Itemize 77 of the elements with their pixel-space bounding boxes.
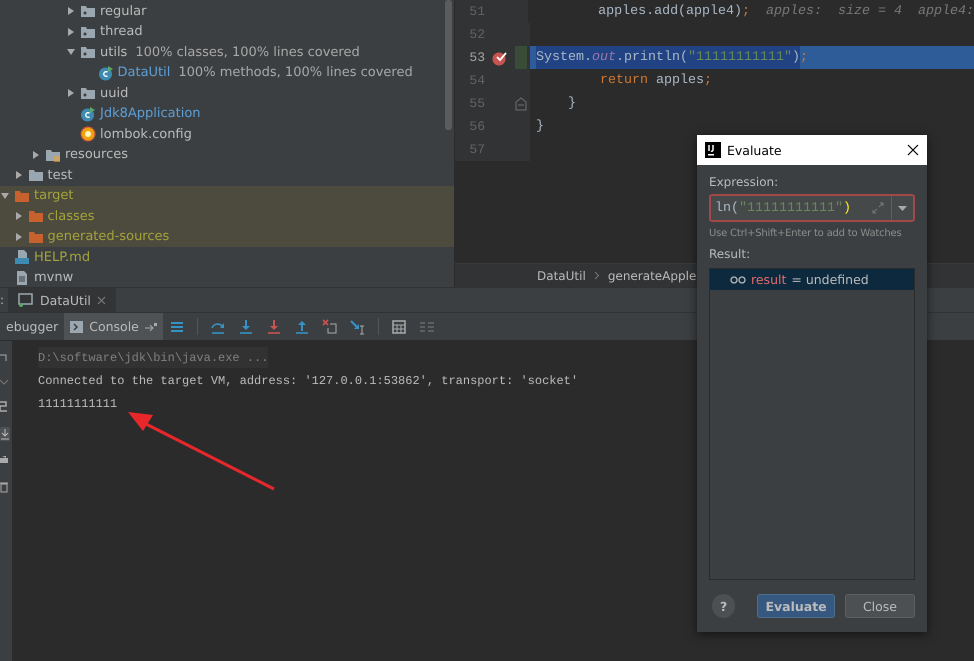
tree-item[interactable]: target xyxy=(0,186,454,206)
tree-item[interactable]: uuid xyxy=(0,83,454,104)
collapsed-arrow-icon[interactable] xyxy=(32,150,40,159)
chevron-icon[interactable] xyxy=(0,377,8,387)
run-tab[interactable]: DataUtil xyxy=(8,288,116,312)
tree-item[interactable]: thread xyxy=(0,22,454,42)
package-folder-icon xyxy=(80,85,96,102)
pin-icon[interactable] xyxy=(144,322,157,332)
expression-field[interactable]: ln("11111111111") xyxy=(709,194,915,222)
hint-text: Use Ctrl+Shift+Enter to add to Watches xyxy=(709,228,902,239)
dialog-button[interactable]: Evaluate xyxy=(757,594,835,618)
coverage-note: 100% methods, 100% lines covered xyxy=(178,65,413,80)
expanded-arrow-icon[interactable] xyxy=(67,48,75,56)
chevron-icon xyxy=(594,271,600,280)
app-logo-icon xyxy=(705,142,721,158)
collapsed-arrow-icon[interactable] xyxy=(67,7,75,16)
trash-icon[interactable] xyxy=(0,481,8,493)
breadcrumb[interactable]: generateApple xyxy=(608,268,696,282)
collapsed-arrow-icon[interactable] xyxy=(14,232,22,241)
collapsed-arrow-icon[interactable] xyxy=(67,89,75,98)
field-label: Expression: xyxy=(709,175,780,189)
glasses-icon xyxy=(730,276,746,284)
tree-item[interactable]: resources xyxy=(0,144,454,165)
line-number: 53 xyxy=(468,50,485,65)
panel-tab[interactable]: ebugger xyxy=(0,313,64,340)
console-icon xyxy=(70,320,84,332)
force-step-into-icon[interactable] xyxy=(266,318,282,334)
panel-tab[interactable]: Console xyxy=(64,313,163,340)
collapsed-arrow-icon[interactable] xyxy=(14,212,22,220)
console-line: 11111111111 xyxy=(38,396,118,412)
step-out-icon[interactable] xyxy=(294,318,310,334)
package-folder-icon xyxy=(80,44,96,60)
drop-frame-icon[interactable] xyxy=(322,318,338,334)
help-button[interactable]: ? xyxy=(712,594,736,618)
console-line: Connected to the target VM, address: '127.0.0.1:53862', transport: 'socket' xyxy=(38,372,578,390)
dropdown-arrow-icon[interactable] xyxy=(898,206,907,210)
breadcrumb[interactable]: DataUtil xyxy=(537,268,586,282)
tree-item[interactable]: test xyxy=(0,165,454,186)
calculator-icon[interactable] xyxy=(390,318,407,334)
code-line: apples.add(apple4); apples: size = 4 apple4: xyxy=(597,3,974,21)
class-icon xyxy=(80,106,96,122)
run-to-cursor-icon[interactable] xyxy=(350,318,366,334)
panel-label: : xyxy=(0,292,6,309)
fold-marker-icon[interactable] xyxy=(515,96,527,110)
expand-icon[interactable] xyxy=(871,201,885,215)
window-icon xyxy=(18,293,34,307)
tree-item[interactable]: DataUtil 100% methods, 100% lines covered xyxy=(0,62,454,83)
dialog-button[interactable]: Close xyxy=(844,594,915,618)
code-line: return apples; xyxy=(598,72,713,90)
code-line: } xyxy=(566,95,577,113)
coverage-note: 100% classes, 100% lines covered xyxy=(135,44,360,60)
tree-item[interactable]: Jdk8Application xyxy=(0,104,454,124)
tree-item[interactable]: lombok.config xyxy=(0,124,454,144)
tree-item[interactable]: HELP.md xyxy=(0,247,454,268)
close-icon[interactable] xyxy=(907,144,919,156)
folder-icon xyxy=(28,208,44,224)
tree-item[interactable]: classes xyxy=(0,206,454,226)
markdown-file-icon xyxy=(14,249,30,266)
tree-item[interactable]: regular xyxy=(0,1,454,22)
collapsed-arrow-icon[interactable] xyxy=(67,28,75,36)
gear-icon xyxy=(80,126,96,142)
expanded-arrow-icon[interactable] xyxy=(1,192,9,200)
class-icon xyxy=(98,64,114,81)
package-folder-icon xyxy=(80,3,96,20)
dialog-title: Evaluate xyxy=(727,142,783,158)
tree-item[interactable]: generated-sources xyxy=(0,226,454,247)
tree-item[interactable]: mvnw xyxy=(0,268,454,287)
tree-item[interactable]: utils 100% classes, 100% lines covered xyxy=(0,42,454,62)
code-line: } xyxy=(535,118,545,136)
scroll-end-icon[interactable] xyxy=(0,427,10,441)
field-label: Result: xyxy=(709,247,752,261)
result-row[interactable]: result = undefined xyxy=(710,269,914,290)
collapsed-arrow-icon[interactable] xyxy=(14,171,22,180)
step-into-icon[interactable] xyxy=(238,318,254,334)
folder-icon xyxy=(28,167,44,184)
breakpoint-icon[interactable] xyxy=(491,50,509,66)
scrollbar-thumb[interactable] xyxy=(445,0,452,130)
